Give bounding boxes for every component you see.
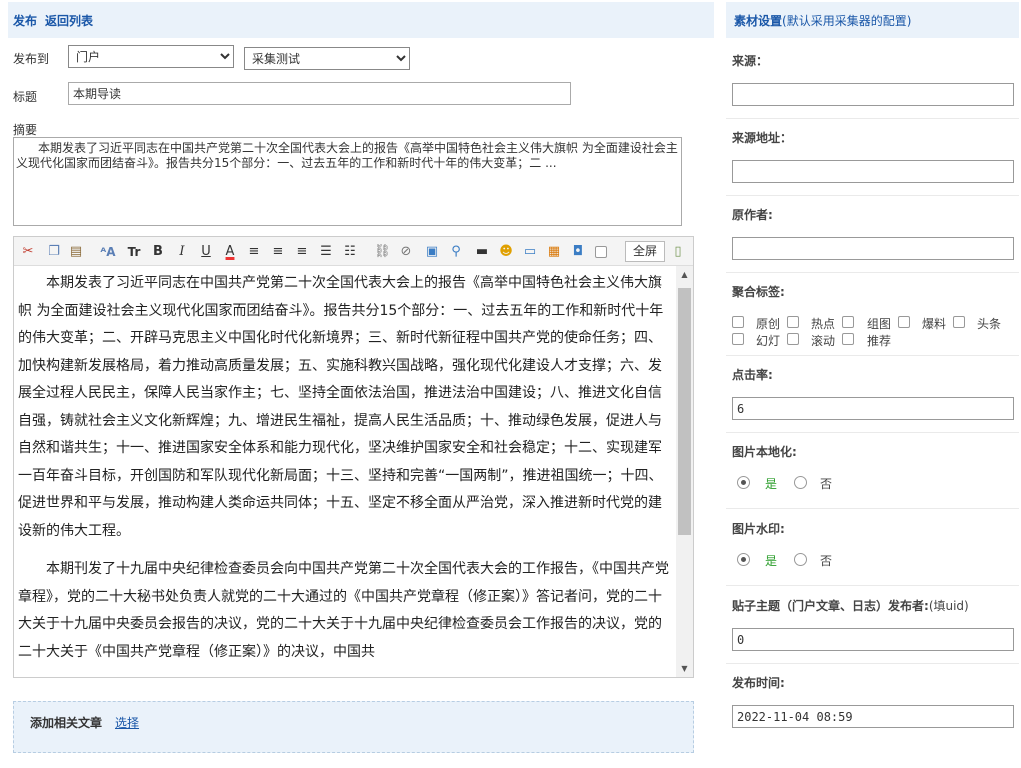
- tag-checkbox[interactable]: [842, 316, 854, 328]
- unlink-icon[interactable]: ⊘: [398, 244, 414, 260]
- divider: [726, 355, 1019, 356]
- poster-label: 贴子主题（门户文章、日志）发布者:(填uid): [732, 599, 969, 613]
- underline-icon[interactable]: U: [198, 244, 214, 260]
- watermark-yes-radio[interactable]: [737, 553, 750, 566]
- tag-label: 头条: [977, 317, 1002, 331]
- divider: [726, 272, 1019, 273]
- insert-media-icon[interactable]: ▦: [546, 244, 562, 260]
- tag-label: 原创: [756, 317, 781, 331]
- publish-label: 发布: [13, 14, 38, 28]
- tags-label: 聚合标签:: [732, 285, 785, 299]
- bold-icon[interactable]: B: [150, 244, 166, 260]
- tag-label: 爆料: [922, 317, 947, 331]
- tag-checkbox[interactable]: [898, 316, 910, 328]
- tag-label: 滚动: [811, 334, 836, 348]
- source-url-label: 来源地址：: [732, 131, 793, 145]
- unordered-list-icon[interactable]: ☷: [342, 244, 358, 260]
- watermark-no-radio[interactable]: [794, 553, 807, 566]
- summary-textarea[interactable]: 本期发表了习近平同志在中国共产党第二十次全国代表大会上的报告《高举中国特色社会主…: [13, 137, 682, 226]
- related-articles-panel: 添加相关文章 选择: [13, 701, 694, 753]
- title-label: 标题: [13, 90, 38, 104]
- scrollbar-thumb[interactable]: [678, 288, 691, 535]
- video-icon[interactable]: ▬: [474, 244, 490, 260]
- editor-content[interactable]: 本期发表了习近平同志在中国共产党第二十次全国代表大会上的报告《高举中国特色社会主…: [14, 266, 676, 677]
- paste-icon[interactable]: ▤: [68, 244, 84, 260]
- source-url-input[interactable]: [732, 160, 1014, 183]
- image-icon[interactable]: ▣: [424, 244, 440, 260]
- tag-label: 推荐: [867, 334, 892, 348]
- copy-icon[interactable]: ❐: [46, 244, 62, 260]
- editor-scrollbar[interactable]: ▲ ▼: [676, 266, 693, 677]
- cut-icon[interactable]: ✂: [20, 244, 36, 260]
- divider: [726, 432, 1019, 433]
- portal-select[interactable]: 门户: [68, 45, 234, 68]
- scroll-down-icon[interactable]: ▼: [676, 660, 693, 677]
- ordered-list-icon[interactable]: ☰: [318, 244, 334, 260]
- publish-header: 发布 返回列表: [8, 2, 714, 38]
- italic-icon[interactable]: I: [174, 244, 190, 260]
- summary-label: 摘要: [13, 123, 38, 137]
- yes-label: 是: [765, 477, 778, 491]
- no-label: 否: [820, 477, 833, 491]
- divider: [726, 195, 1019, 196]
- checkbox-icon[interactable]: [595, 246, 607, 258]
- clicks-input[interactable]: [732, 397, 1014, 420]
- save-icon[interactable]: ◘: [570, 244, 586, 260]
- select-related-link[interactable]: 选择: [115, 714, 139, 731]
- tag-label: 幻灯: [756, 334, 781, 348]
- font-size-icon[interactable]: Tr: [126, 244, 142, 260]
- fullscreen-button[interactable]: 全屏: [625, 241, 665, 262]
- back-to-list-link[interactable]: 返回列表: [45, 12, 93, 29]
- align-left-icon[interactable]: ≡: [246, 244, 262, 260]
- align-center-icon[interactable]: ≡: [270, 244, 286, 260]
- publish-time-input[interactable]: [732, 705, 1014, 728]
- material-settings-header: 素材设置(默认采用采集器的配置): [726, 2, 1019, 38]
- editor-toolbar: ✂ ❐ ▤ ᴬA Tr B I U A ≡ ≡ ≡ ☰ ☷ ⛓ ⊘ ▣ ⚲ ▬ …: [14, 237, 693, 266]
- category-select[interactable]: 采集测试: [244, 47, 410, 70]
- source-label: 来源：: [732, 54, 769, 68]
- editor-paragraph: 本期刊发了十九届中央纪律检查委员会向中国共产党第二十次全国代表大会的工作报告，《…: [18, 561, 669, 660]
- link-icon[interactable]: ⛓: [374, 244, 391, 260]
- tag-checkbox[interactable]: [732, 316, 744, 328]
- editor-paragraph: 本期发表了习近平同志在中国共产党第二十次全国代表大会上的报告《高举中国特色社会主…: [18, 275, 664, 539]
- divider: [726, 663, 1019, 664]
- page-break-icon[interactable]: ▭: [522, 244, 538, 260]
- tag-checkbox[interactable]: [953, 316, 965, 328]
- tag-checkbox[interactable]: [842, 333, 854, 345]
- material-settings-title: 素材设置(默认采用采集器的配置): [734, 14, 912, 28]
- font-family-icon[interactable]: ᴬA: [100, 244, 116, 260]
- tag-checkbox[interactable]: [787, 333, 799, 345]
- publish-to-label: 发布到: [13, 52, 50, 66]
- title-input[interactable]: [68, 82, 571, 105]
- publish-time-label: 发布时间:: [732, 676, 785, 690]
- scroll-up-icon[interactable]: ▲: [676, 266, 693, 283]
- divider: [726, 118, 1019, 119]
- image-localize-no-radio[interactable]: [794, 476, 807, 489]
- image-localize-label: 图片本地化:: [732, 445, 797, 459]
- poster-uid-input[interactable]: [732, 628, 1014, 651]
- image-localize-yes-radio[interactable]: [737, 476, 750, 489]
- emoji-icon[interactable]: ☻: [498, 244, 514, 260]
- tag-label: 组图: [867, 317, 892, 331]
- yes-label: 是: [765, 554, 778, 568]
- divider: [726, 585, 1019, 586]
- align-right-icon[interactable]: ≡: [294, 244, 310, 260]
- tag-label: 热点: [811, 317, 836, 331]
- divider: [726, 508, 1019, 509]
- tag-checkbox[interactable]: [732, 333, 744, 345]
- tag-checkbox[interactable]: [787, 316, 799, 328]
- source-input[interactable]: [732, 83, 1014, 106]
- related-articles-label: 添加相关文章: [30, 716, 103, 730]
- author-input[interactable]: [732, 237, 1014, 260]
- image-watermark-label: 图片水印:: [732, 522, 785, 536]
- author-label: 原作者:: [732, 208, 773, 222]
- source-icon[interactable]: ▯: [670, 244, 686, 260]
- attachment-icon[interactable]: ⚲: [448, 244, 464, 260]
- no-label: 否: [820, 554, 833, 568]
- font-color-icon[interactable]: A: [222, 244, 238, 260]
- clicks-label: 点击率:: [732, 368, 773, 382]
